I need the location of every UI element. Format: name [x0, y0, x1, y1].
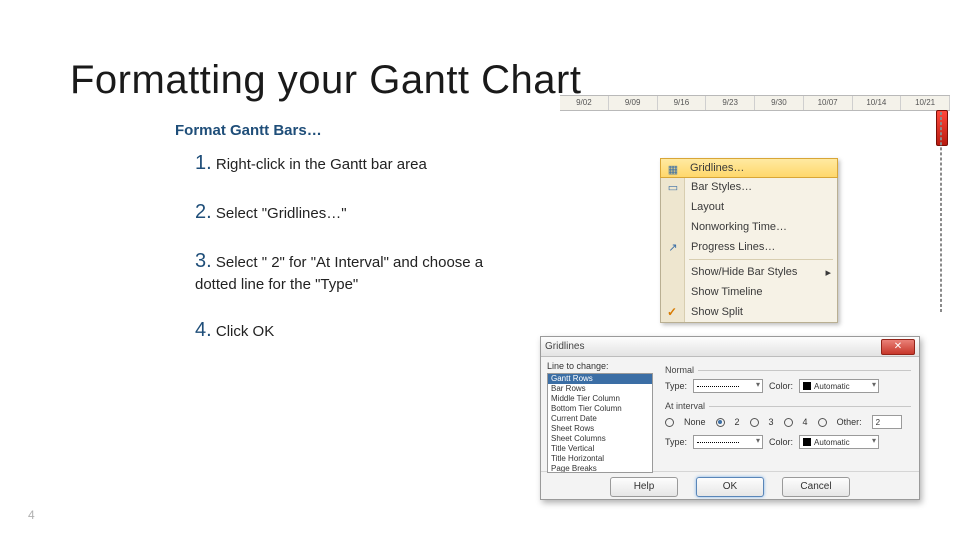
list-item[interactable]: Bar Rows	[548, 384, 652, 394]
radio-label: Other:	[837, 417, 862, 427]
help-button[interactable]: Help	[610, 477, 678, 497]
timescale-date: 10/07	[804, 96, 853, 110]
menu-item-bar-styles[interactable]: ▭ Bar Styles…	[661, 177, 837, 197]
submenu-arrow-icon: ▸	[825, 266, 831, 279]
radio-label: None	[684, 417, 706, 427]
list-item[interactable]: Bottom Tier Column	[548, 404, 652, 414]
list-item[interactable]: Middle Tier Column	[548, 394, 652, 404]
page-number: 4	[28, 508, 35, 522]
gridlines-icon: ▦	[665, 162, 681, 178]
menu-item-label: Gridlines…	[690, 162, 744, 174]
color-label: Color:	[769, 381, 793, 391]
color-value: Automatic	[814, 382, 850, 391]
list-item[interactable]: Sheet Rows	[548, 424, 652, 434]
color-value: Automatic	[814, 438, 850, 447]
menu-separator	[689, 259, 833, 260]
menu-item-show-split[interactable]: Show Split	[661, 302, 837, 322]
timescale-date: 9/16	[658, 96, 707, 110]
ok-button[interactable]: OK	[696, 477, 764, 497]
step-number: 1.	[195, 152, 212, 174]
step-text: Click OK	[216, 323, 274, 340]
menu-item-label: Layout	[691, 201, 724, 213]
color-swatch-icon	[803, 382, 811, 390]
steps-list: 1. Right-click in the Gantt bar area 2. …	[195, 150, 495, 366]
radio-label: 2	[735, 417, 740, 427]
menu-item-label: Show Timeline	[691, 286, 763, 298]
normal-type-combo[interactable]	[693, 379, 763, 393]
timescale-date: 9/02	[560, 96, 609, 110]
normal-color-combo[interactable]: Automatic	[799, 379, 879, 393]
timescale-date: 9/23	[706, 96, 755, 110]
dialog-titlebar: Gridlines ✕	[541, 337, 919, 357]
menu-item-show-hide-bar-styles[interactable]: Show/Hide Bar Styles ▸	[661, 262, 837, 282]
dialog-close-button[interactable]: ✕	[881, 339, 915, 355]
step-text: Select " 2" for "At Interval" and choose…	[195, 254, 483, 293]
menu-item-label: Bar Styles…	[691, 181, 752, 193]
normal-section-label: Normal	[665, 365, 911, 375]
line-to-change-label: Line to change:	[547, 361, 653, 371]
menu-item-show-timeline[interactable]: Show Timeline	[661, 282, 837, 302]
radio-label: 3	[769, 417, 774, 427]
menu-item-layout[interactable]: Layout	[661, 197, 837, 217]
gantt-timescale: 9/02 9/09 9/16 9/23 9/30 10/07 10/14 10/…	[560, 95, 950, 111]
list-item[interactable]: Title Vertical	[548, 444, 652, 454]
menu-item-nonworking-time[interactable]: Nonworking Time…	[661, 217, 837, 237]
list-item[interactable]: Sheet Columns	[548, 434, 652, 444]
menu-item-progress-lines[interactable]: ↗ Progress Lines…	[661, 237, 837, 257]
line-to-change-listbox[interactable]: Gantt Rows Bar Rows Middle Tier Column B…	[547, 373, 653, 473]
interval-radio-group: None 2 3 4 Other: 2	[665, 415, 911, 429]
progress-lines-icon: ↗	[665, 240, 681, 256]
menu-item-label: Progress Lines…	[691, 241, 775, 253]
list-item[interactable]: Title Horizontal	[548, 454, 652, 464]
color-swatch-icon	[803, 438, 811, 446]
gridlines-dialog: Gridlines ✕ Line to change: Gantt Rows B…	[540, 336, 920, 500]
interval-color-label: Color:	[769, 437, 793, 447]
interval-color-combo[interactable]: Automatic	[799, 435, 879, 449]
timescale-date: 9/30	[755, 96, 804, 110]
radio-label: 4	[803, 417, 808, 427]
interval-type-combo[interactable]	[693, 435, 763, 449]
context-menu: ▦ Gridlines… ▭ Bar Styles… Layout Nonwor…	[660, 158, 838, 323]
list-item[interactable]: Page Breaks	[548, 464, 652, 473]
dialog-button-row: Help OK Cancel	[541, 471, 919, 501]
interval-radio-other[interactable]	[818, 418, 827, 427]
menu-item-label: Show/Hide Bar Styles	[691, 266, 797, 278]
slide-subtitle: Format Gantt Bars…	[175, 122, 322, 139]
step-text: Select "Gridlines…"	[216, 205, 347, 222]
bar-styles-icon: ▭	[665, 180, 681, 196]
step-number: 4.	[195, 319, 212, 341]
dialog-title: Gridlines	[545, 341, 881, 352]
today-marker	[936, 110, 948, 146]
type-label: Type:	[665, 381, 687, 391]
timescale-date: 10/14	[853, 96, 902, 110]
menu-item-label: Nonworking Time…	[691, 221, 787, 233]
interval-type-label: Type:	[665, 437, 687, 447]
timescale-date: 10/21	[901, 96, 950, 110]
step-number: 3.	[195, 250, 212, 272]
interval-section-label: At interval	[665, 401, 911, 411]
interval-other-spinner[interactable]: 2	[872, 415, 902, 429]
interval-radio-4[interactable]	[784, 418, 793, 427]
interval-radio-2[interactable]	[716, 418, 725, 427]
menu-item-label: Show Split	[691, 306, 743, 318]
step-item: 4. Click OK	[195, 317, 495, 344]
slide-title: Formatting your Gantt Chart	[70, 58, 581, 103]
step-item: 3. Select " 2" for "At Interval" and cho…	[195, 248, 495, 295]
timescale-date: 9/09	[609, 96, 658, 110]
list-item[interactable]: Current Date	[548, 414, 652, 424]
step-text: Right-click in the Gantt bar area	[216, 156, 427, 173]
step-number: 2.	[195, 201, 212, 223]
interval-radio-3[interactable]	[750, 418, 759, 427]
menu-item-gridlines[interactable]: ▦ Gridlines…	[660, 158, 838, 178]
interval-radio-none[interactable]	[665, 418, 674, 427]
line-sample-icon	[697, 442, 739, 443]
step-item: 1. Right-click in the Gantt bar area	[195, 150, 495, 177]
current-date-gridline	[940, 112, 942, 312]
list-item[interactable]: Gantt Rows	[548, 374, 652, 384]
line-sample-icon	[697, 386, 739, 387]
cancel-button[interactable]: Cancel	[782, 477, 850, 497]
step-item: 2. Select "Gridlines…"	[195, 199, 495, 226]
